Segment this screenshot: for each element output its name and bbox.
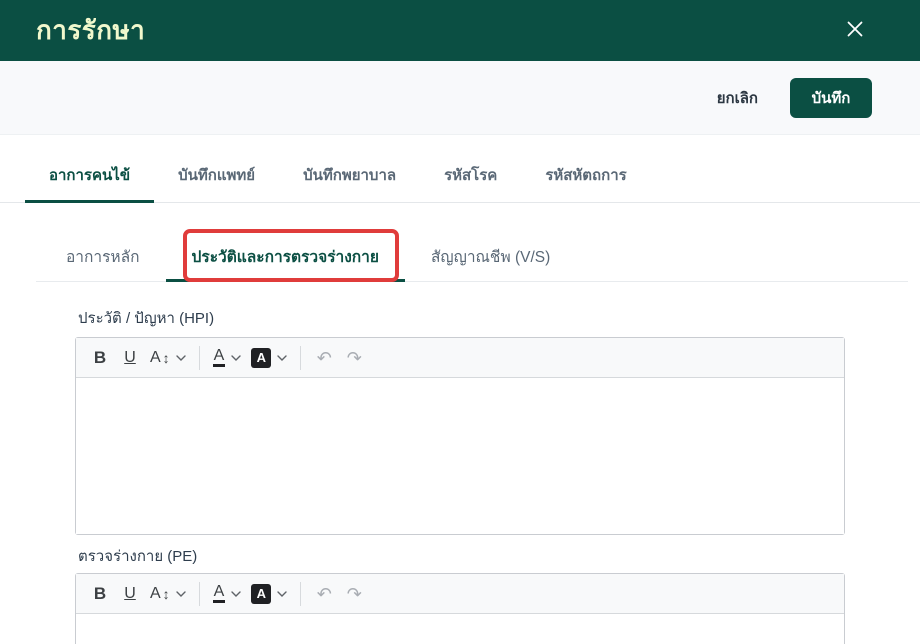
close-icon <box>845 19 865 42</box>
hpi-section: ประวัติ / ปัญหา (HPI) B U A ↕ A A ↶ ↷ <box>75 309 845 535</box>
tab-procedure-code[interactable]: รหัสหัตถการ <box>521 153 650 203</box>
hpi-text-area[interactable] <box>76 378 844 534</box>
chevron-down-icon <box>277 354 288 361</box>
undo-icon[interactable]: ↶ <box>310 343 338 373</box>
tab-nurse-note[interactable]: บันทึกพยาบาล <box>279 153 420 203</box>
redo-icon[interactable]: ↷ <box>340 343 368 373</box>
text-color-icon: A <box>212 584 226 603</box>
action-bar: ยกเลิก บันทึก <box>0 61 920 135</box>
chevron-down-icon <box>175 354 186 361</box>
tab-patient-symptoms[interactable]: อาการคนไข้ <box>25 153 155 203</box>
toolbar-divider <box>300 581 302 606</box>
pe-label: ตรวจร่างกาย (PE) <box>78 548 198 565</box>
main-tabs: อาการคนไข้ บันทึกแพทย์ บันทึกพยาบาล รหัส… <box>0 153 920 203</box>
font-size-dropdown[interactable]: A ↕ <box>146 579 190 609</box>
font-size-icon: A <box>150 348 161 366</box>
save-button[interactable]: บันทึก <box>790 77 872 118</box>
updown-arrow-icon: ↕ <box>162 349 170 366</box>
sub-tabs: อาการหลัก ประวัติและการตรวจร่างกาย สัญญา… <box>36 225 908 282</box>
chevron-down-icon <box>231 590 242 597</box>
highlight-color-dropdown[interactable]: A <box>247 579 291 609</box>
modal-header: การรักษา <box>0 0 920 61</box>
undo-icon[interactable]: ↶ <box>310 579 338 609</box>
bold-icon[interactable]: B <box>86 579 114 609</box>
modal-title: การรักษา <box>36 15 146 45</box>
pe-editor-toolbar: B U A ↕ A A ↶ ↷ <box>76 574 844 614</box>
text-color-dropdown[interactable]: A <box>209 579 246 609</box>
highlight-color-icon: A <box>251 347 272 368</box>
highlight-color-icon: A <box>251 583 272 604</box>
cancel-button[interactable]: ยกเลิก <box>699 77 776 119</box>
hpi-editor-toolbar: B U A ↕ A A ↶ ↷ <box>76 338 844 378</box>
treatment-modal: การรักษา ยกเลิก บันทึก อาการคนไข้ บันทึก… <box>0 0 920 644</box>
subtab-vital-signs[interactable]: สัญญาณชีพ (V/S) <box>405 225 576 282</box>
redo-icon[interactable]: ↷ <box>340 579 368 609</box>
font-size-icon: A <box>150 584 161 602</box>
hpi-editor: B U A ↕ A A ↶ ↷ <box>75 337 845 535</box>
close-button[interactable] <box>842 18 868 44</box>
bold-icon[interactable]: B <box>86 343 114 373</box>
toolbar-divider <box>198 581 200 606</box>
pe-section: ตรวจร่างกาย (PE) B U A ↕ A A ↶ ↷ <box>75 547 845 644</box>
tab-doctor-note[interactable]: บันทึกแพทย์ <box>154 153 279 203</box>
toolbar-divider <box>198 345 200 370</box>
chevron-down-icon <box>277 590 288 597</box>
font-size-dropdown[interactable]: A ↕ <box>146 343 190 373</box>
text-color-icon: A <box>212 348 226 367</box>
updown-arrow-icon: ↕ <box>162 585 170 602</box>
subtab-history-physical-exam[interactable]: ประวัติและการตรวจร่างกาย <box>165 225 405 282</box>
subtab-main-symptom[interactable]: อาการหลัก <box>40 225 166 282</box>
pe-text-area[interactable] <box>76 614 844 644</box>
chevron-down-icon <box>175 590 186 597</box>
chevron-down-icon <box>231 354 242 361</box>
toolbar-divider <box>300 345 302 370</box>
hpi-label: ประวัติ / ปัญหา (HPI) <box>78 310 215 327</box>
underline-icon[interactable]: U <box>116 579 144 609</box>
tab-disease-code[interactable]: รหัสโรค <box>420 153 521 203</box>
text-color-dropdown[interactable]: A <box>209 343 246 373</box>
highlight-color-dropdown[interactable]: A <box>247 343 291 373</box>
pe-editor: B U A ↕ A A ↶ ↷ <box>75 573 845 644</box>
underline-icon[interactable]: U <box>116 343 144 373</box>
